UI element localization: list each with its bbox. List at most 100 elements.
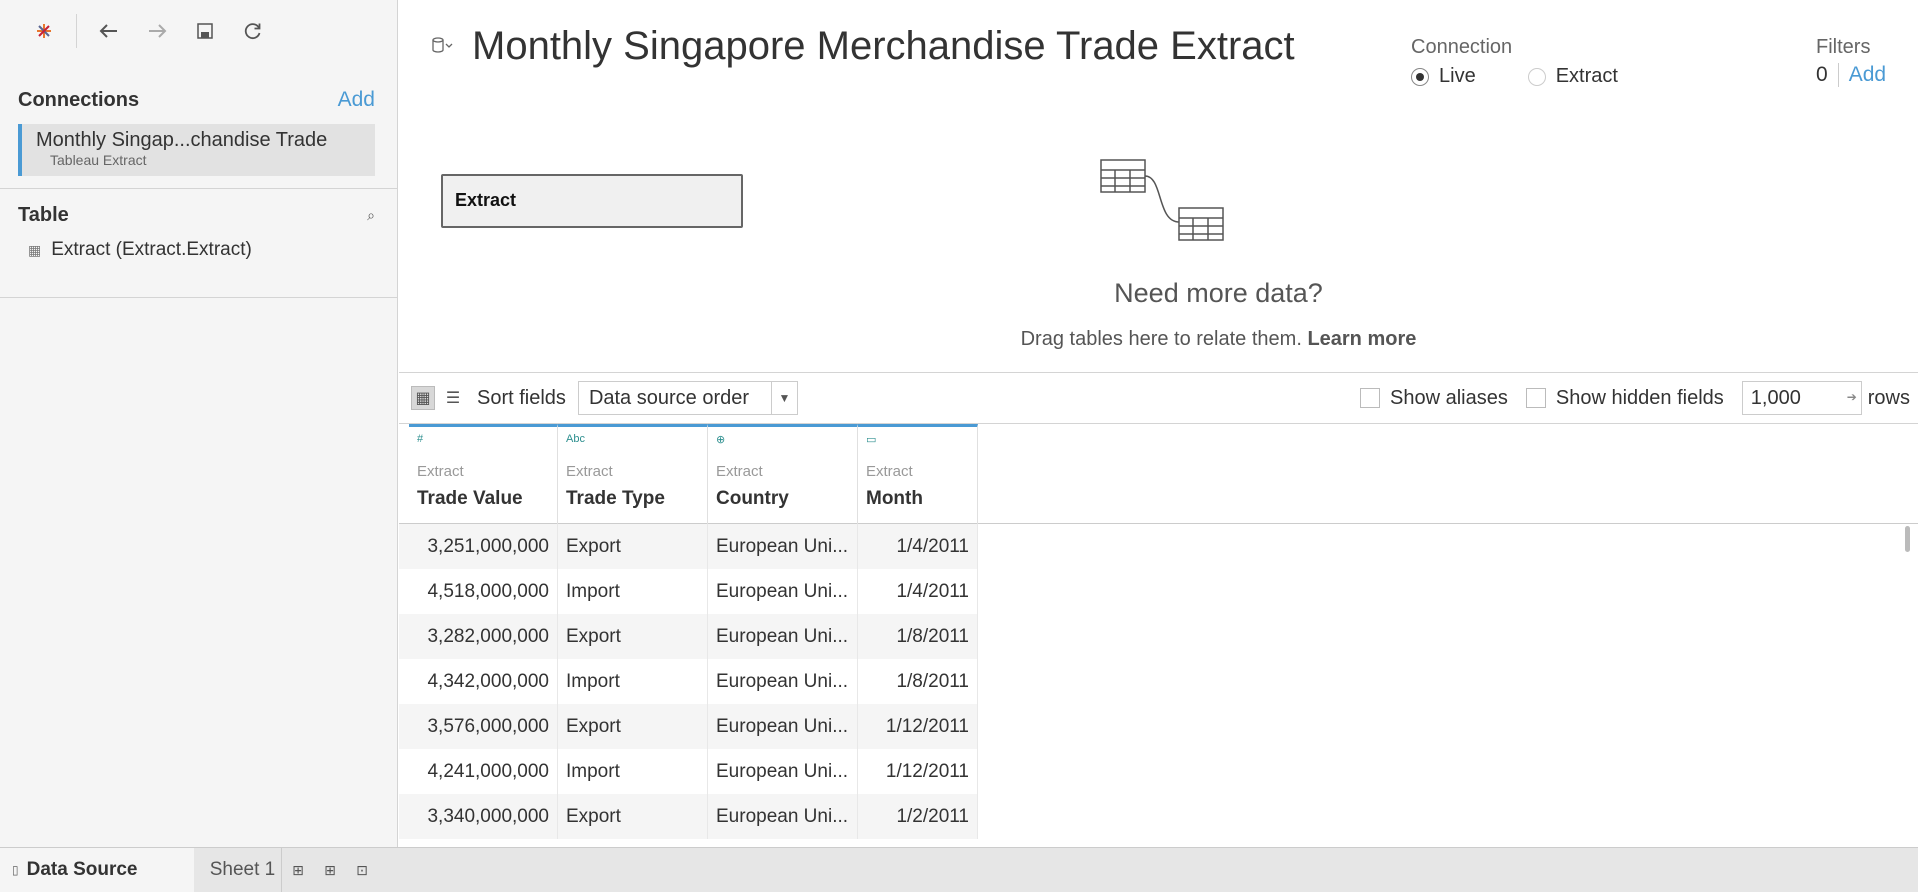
number-type-icon[interactable]: #	[417, 433, 549, 455]
table-cell[interactable]: Import	[558, 659, 708, 704]
table-row: 4,342,000,000 Import European Uni... 1/8/20…	[399, 659, 1918, 704]
table-cell[interactable]: Import	[558, 749, 708, 794]
live-label: Live	[1439, 65, 1476, 87]
table-cell[interactable]: 4,342,000,000	[409, 659, 558, 704]
table-row: 3,282,000,000 Export European Uni... 1/8/20…	[399, 614, 1918, 659]
connection-item[interactable]: Monthly Singap...chandise Trade Tableau …	[18, 124, 375, 176]
back-icon[interactable]	[85, 11, 133, 51]
table-cell[interactable]: Import	[558, 569, 708, 614]
new-worksheet-icon[interactable]: ⊞	[282, 848, 314, 892]
sort-fields-value: Data source order	[588, 386, 750, 409]
table-cell[interactable]: 1/2/2011	[858, 794, 978, 839]
column-name[interactable]: Month	[866, 488, 969, 510]
table-cell[interactable]: 3,576,000,000	[409, 704, 558, 749]
table-item-label: Extract (Extract.Extract)	[51, 239, 252, 260]
table-cell[interactable]: Export	[558, 614, 708, 659]
table-row: 3,576,000,000 Export European Uni... 1/12/2…	[399, 704, 1918, 749]
table-row: 4,518,000,000 Import European Uni... 1/4/20…	[399, 569, 1918, 614]
table-cell[interactable]: European Uni...	[708, 524, 858, 569]
table-cell[interactable]: 1/8/2011	[858, 659, 978, 704]
tableau-logo-icon[interactable]	[20, 11, 68, 51]
live-radio[interactable]: Live	[1411, 65, 1476, 88]
relationship-canvas[interactable]: Extract Need more data? Drag tables here…	[399, 100, 1918, 372]
datasource-header: Monthly Singapore Merchandise Trade Extr…	[399, 0, 1918, 100]
column-name[interactable]: Country	[716, 488, 849, 510]
table-cell[interactable]: 4,518,000,000	[409, 569, 558, 614]
table-cell[interactable]: 3,340,000,000	[409, 794, 558, 839]
datasource-cylinder-icon[interactable]	[431, 36, 453, 59]
globe-type-icon[interactable]: ⊕	[716, 433, 849, 455]
checkbox-icon	[1360, 388, 1381, 408]
arrow-right-icon[interactable]: ➔	[1847, 390, 1857, 404]
forward-icon[interactable]	[133, 11, 181, 51]
sort-fields-dropdown[interactable]: Data source order ▼	[577, 381, 798, 415]
sidebar: Connections Add Monthly Singap...chandis…	[0, 0, 398, 847]
table-cell[interactable]: European Uni...	[708, 749, 858, 794]
add-filter-link[interactable]: Add	[1839, 63, 1886, 87]
table-item-extract[interactable]: ▦ Extract (Extract.Extract)	[0, 237, 397, 263]
need-more-data-heading: Need more data?	[1114, 278, 1323, 308]
column-header-month[interactable]: ▭ Extract Month	[858, 424, 978, 524]
radio-selected-icon	[1411, 67, 1429, 86]
table-grid-icon: ▦	[28, 241, 42, 258]
extract-label: Extract	[1555, 65, 1618, 87]
rows-input[interactable]: 1,000 ➔	[1741, 381, 1862, 415]
table-cell[interactable]: 1/4/2011	[858, 569, 978, 614]
chevron-down-icon[interactable]: ▼	[770, 382, 797, 414]
grid-view-icon[interactable]: ▦	[411, 386, 435, 410]
page-title[interactable]: Monthly Singapore Merchandise Trade Extr…	[472, 24, 1295, 69]
table-cell[interactable]: 1/12/2011	[858, 704, 978, 749]
column-name[interactable]: Trade Value	[417, 488, 549, 510]
table-cell[interactable]: European Uni...	[708, 704, 858, 749]
show-aliases-checkbox[interactable]: Show aliases	[1360, 387, 1508, 410]
column-source: Extract	[566, 463, 613, 480]
save-icon[interactable]	[181, 11, 229, 51]
table-cell[interactable]: European Uni...	[708, 614, 858, 659]
calendar-type-icon[interactable]: ▭	[866, 433, 969, 455]
column-header-trade-type[interactable]: Abc Extract Trade Type	[558, 424, 708, 524]
tab-data-source-label: Data Source	[26, 859, 138, 880]
table-cell[interactable]: European Uni...	[708, 794, 858, 839]
learn-more-link[interactable]: Learn more	[1307, 328, 1416, 350]
show-hidden-fields-checkbox[interactable]: Show hidden fields	[1525, 387, 1724, 410]
table-cell[interactable]: Export	[558, 794, 708, 839]
table-header: Table ⌕	[0, 199, 397, 231]
connections-title: Connections	[18, 88, 140, 111]
table-cell[interactable]: European Uni...	[708, 569, 858, 614]
drag-tables-text: Drag tables here to relate them.	[1020, 328, 1302, 350]
toolbar-separator	[76, 14, 77, 48]
refresh-icon[interactable]	[229, 11, 277, 51]
table-cell[interactable]: 3,251,000,000	[409, 524, 558, 569]
radio-unselected-icon	[1527, 67, 1546, 86]
list-view-icon[interactable]: ☰	[441, 386, 465, 410]
vertical-scrollbar[interactable]	[1905, 526, 1910, 552]
table-cell[interactable]: 1/8/2011	[858, 614, 978, 659]
new-dashboard-icon[interactable]: ⊞	[314, 848, 346, 892]
string-type-icon[interactable]: Abc	[566, 433, 699, 455]
column-name[interactable]: Trade Type	[566, 488, 699, 510]
extract-radio[interactable]: Extract	[1527, 65, 1618, 88]
search-icon[interactable]: ⌕	[367, 207, 375, 224]
table-cell[interactable]: 3,282,000,000	[409, 614, 558, 659]
table-cell[interactable]: Export	[558, 524, 708, 569]
new-story-icon[interactable]: ⊡	[346, 848, 378, 892]
sidebar-divider	[0, 188, 397, 189]
grid-body: 3,251,000,000 Export European Uni... 1/4/20…	[399, 524, 1918, 839]
table-cell[interactable]: European Uni...	[708, 659, 858, 704]
datasource-cylinder-icon: ▯	[12, 863, 19, 877]
table-cell[interactable]: 4,241,000,000	[409, 749, 558, 794]
add-connection-link[interactable]: Add	[338, 88, 375, 112]
table-cell[interactable]: 1/12/2011	[858, 749, 978, 794]
table-title: Table	[18, 203, 69, 226]
table-cell[interactable]: Export	[558, 704, 708, 749]
table-cell[interactable]: 1/4/2011	[858, 524, 978, 569]
logical-table-extract[interactable]: Extract	[441, 174, 743, 228]
show-aliases-label: Show aliases	[1390, 386, 1508, 409]
column-header-trade-value[interactable]: # Extract Trade Value	[409, 424, 558, 524]
sort-fields-label: Sort fields	[477, 386, 566, 409]
column-header-country[interactable]: ⊕ Extract Country	[708, 424, 858, 524]
rows-label: rows	[1867, 386, 1910, 409]
tab-data-source[interactable]: ▯ Data Source	[0, 847, 194, 892]
tab-sheet-1[interactable]: Sheet 1	[204, 847, 282, 892]
column-source: Extract	[716, 463, 763, 480]
